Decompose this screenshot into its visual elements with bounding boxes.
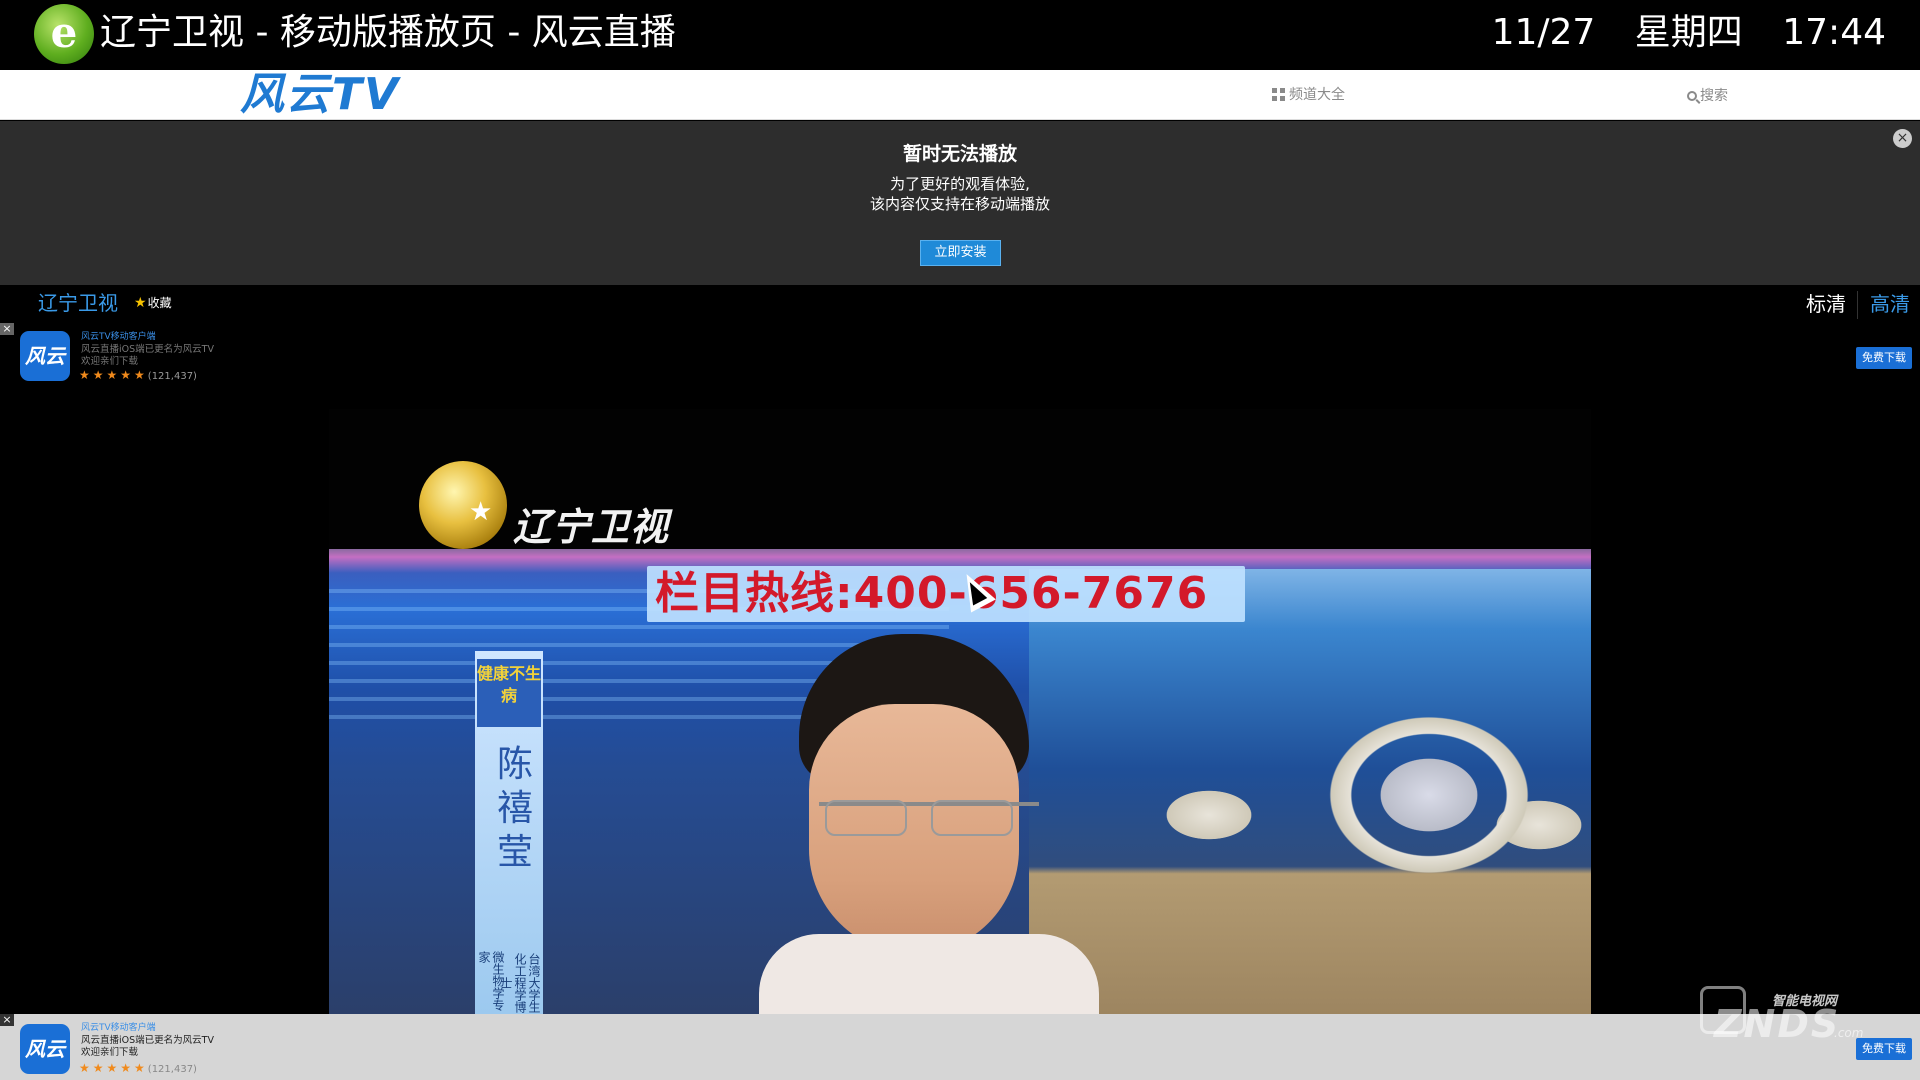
quality-hd-tab[interactable]: 高清	[1870, 291, 1910, 317]
install-button[interactable]: 立即安装	[920, 240, 1001, 266]
grid-icon	[1272, 88, 1285, 101]
app-name: 风云TV移动客户端	[81, 332, 156, 342]
site-header: 风云TV 频道大全 搜索	[0, 70, 1920, 120]
app-name: 风云TV移动客户端	[81, 1023, 156, 1033]
nav-search-link[interactable]: 搜索	[1687, 87, 1728, 105]
channel-globe-icon	[419, 461, 507, 549]
e-logo-icon: e	[34, 4, 94, 64]
clock: 11/27 星期四 17:44	[1464, 8, 1886, 58]
banner-close-icon[interactable]: ×	[0, 1014, 14, 1026]
video-ornament	[1029, 645, 1591, 1014]
app-icon: 风云	[20, 331, 70, 381]
app-icon: 风云	[20, 1024, 70, 1074]
clock-date: 11/27	[1491, 12, 1596, 53]
app-desc-2: 欢迎亲们下载	[81, 1047, 139, 1058]
clock-time: 17:44	[1782, 12, 1886, 53]
watermark-suffix: .com	[1834, 1026, 1864, 1040]
channel-name[interactable]: 辽宁卫视	[38, 289, 118, 317]
rating-count: (121,437)	[147, 1064, 197, 1075]
video-hotline-text: 栏目热线:400-656-7676	[655, 568, 1209, 619]
video-guest-namebar: 健康不生病 陈禧莹 台湾大学生化工程学博士 微生物学专家	[475, 651, 543, 1014]
search-icon	[1687, 91, 1697, 101]
app-rating: ★★★★★(121,437)	[79, 368, 197, 384]
app-banner-top: × 风云 风云TV移动客户端 风云直播iOS端已更名为风云TV 欢迎亲们下载 ★…	[0, 323, 1920, 383]
nav-search-label: 搜索	[1700, 88, 1728, 104]
favorite-button[interactable]: ★收藏	[134, 295, 172, 311]
clock-weekday: 星期四	[1634, 12, 1743, 53]
video-person-shirt	[759, 934, 1099, 1014]
video-person	[759, 634, 1099, 1014]
rating-stars-icon: ★★★★★	[79, 1061, 148, 1075]
window-titlebar: e 辽宁卫视 - 移动版播放页 - 风云直播 11/27 星期四 17:44	[0, 0, 1920, 70]
site-logo[interactable]: 风云TV	[240, 72, 400, 118]
video-hotline-banner: 栏目热线:400-656-7676	[647, 566, 1245, 622]
video-guest-title: 台湾大学生化工程学博士	[499, 952, 541, 1013]
quality-sd-tab[interactable]: 标清	[1806, 291, 1846, 317]
playback-notice: 暂时无法播放 为了更好的观看体验, 该内容仅支持在移动端播放 立即安装 ×	[0, 121, 1920, 285]
close-icon[interactable]: ×	[1893, 129, 1912, 148]
video-channel-logo: 辽宁卫视	[513, 505, 670, 549]
star-icon: ★	[134, 295, 147, 311]
app-desc-1: 风云直播iOS端已更名为风云TV	[81, 344, 214, 355]
quality-divider	[1857, 291, 1858, 319]
download-button[interactable]: 免费下载	[1856, 347, 1912, 369]
app-desc-2: 欢迎亲们下载	[81, 356, 139, 367]
video-guest-name: 陈禧莹	[496, 744, 533, 873]
znds-watermark: 智能电视网 ZNDS .com	[1700, 978, 1880, 1048]
notice-line-2: 该内容仅支持在移动端播放	[869, 195, 1050, 213]
nav-channels-link[interactable]: 频道大全	[1272, 86, 1345, 104]
video-player[interactable]: 辽宁卫视 栏目热线:400-656-7676 健康不生病 陈禧莹 台湾大学生化工…	[329, 409, 1591, 1014]
video-guest-title-2: 微生物学专家	[477, 951, 505, 1011]
favorite-label: 收藏	[147, 296, 172, 310]
app-banner-bottom: × 风云 风云TV移动客户端 风云直播iOS端已更名为风云TV 欢迎亲们下载 ★…	[0, 1014, 1920, 1080]
video-show-logo: 健康不生病	[477, 659, 541, 727]
rating-count: (121,437)	[147, 371, 197, 382]
rating-stars-icon: ★★★★★	[79, 368, 148, 382]
channel-row: 辽宁卫视 ★收藏 标清 高清	[0, 285, 1920, 323]
app-desc-1: 风云直播iOS端已更名为风云TV	[81, 1035, 214, 1046]
app-rating: ★★★★★(121,437)	[79, 1061, 197, 1077]
notice-line-1: 为了更好的观看体验,	[890, 175, 1030, 193]
watermark-text: ZNDS	[1714, 1002, 1841, 1046]
banner-close-icon[interactable]: ×	[0, 323, 14, 335]
nav-channels-label: 频道大全	[1289, 87, 1345, 103]
notice-title: 暂时无法播放	[902, 143, 1017, 165]
video-person-glasses	[819, 800, 1039, 836]
window-title: 辽宁卫视 - 移动版播放页 - 风云直播	[100, 12, 676, 53]
